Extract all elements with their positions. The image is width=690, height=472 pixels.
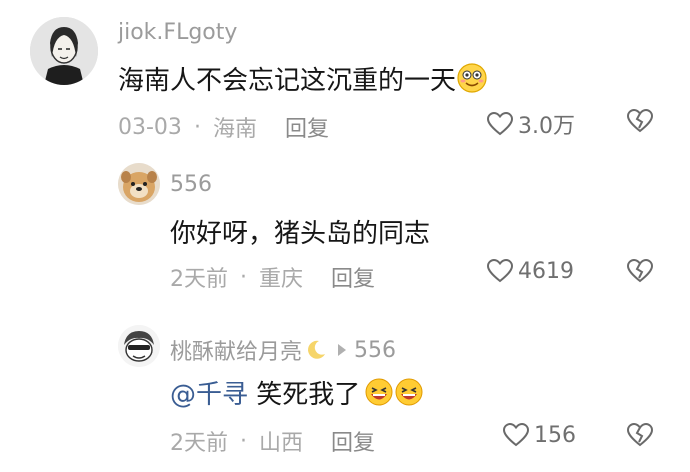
dislike-button[interactable] xyxy=(626,258,654,288)
comment-location: 海南 xyxy=(212,117,257,142)
comment-date: 2天前 xyxy=(170,431,228,456)
broken-heart-icon xyxy=(626,108,654,133)
like-button[interactable]: 4619 xyxy=(486,258,574,284)
like-count: 3.0万 xyxy=(518,114,575,139)
reply-button[interactable]: 回复 xyxy=(331,425,375,457)
comment-username[interactable]: 556 xyxy=(170,172,212,197)
avatar[interactable] xyxy=(30,17,98,85)
comment-text: 海南人不会忘记这沉重的一天 xyxy=(118,60,488,101)
comment-text-body: 笑死我了 xyxy=(248,380,361,410)
meta-separator: · xyxy=(193,114,201,140)
comment-username[interactable]: jiok.FLgoty xyxy=(118,20,237,45)
dislike-button[interactable] xyxy=(626,108,654,138)
comment-text: @千寻 笑死我了 xyxy=(170,374,424,414)
meta-separator: · xyxy=(240,428,247,454)
broken-heart-icon xyxy=(626,422,654,447)
like-button[interactable]: 156 xyxy=(502,422,576,448)
like-button[interactable]: 3.0万 xyxy=(486,108,575,140)
reply-button[interactable]: 回复 xyxy=(285,111,329,143)
smiling-face-emoji-icon xyxy=(456,62,488,101)
comment-meta: 03-03 · 海南 回复 xyxy=(118,111,329,143)
like-count: 4619 xyxy=(518,258,574,284)
laughing-face-emoji-icon xyxy=(364,377,394,414)
comment-username: 桃酥献给月亮 556 xyxy=(170,334,396,366)
meta-separator: · xyxy=(240,264,247,290)
comment-meta: 2天前 · 山西 回复 xyxy=(170,425,375,457)
comment-location: 山西 xyxy=(259,431,304,456)
comment-item: jiok.FLgoty 海南人不会忘记这沉重的一天 03-03 · 海南 回复 … xyxy=(0,0,690,150)
reply-author[interactable]: 桃酥献给月亮 xyxy=(170,334,302,366)
portrait-avatar-icon xyxy=(30,17,98,85)
reply-button[interactable]: 回复 xyxy=(331,261,375,293)
mention-link[interactable]: @千寻 xyxy=(170,380,248,410)
comment-date: 2天前 xyxy=(170,267,228,292)
reply-target[interactable]: 556 xyxy=(354,338,396,363)
dislike-button[interactable] xyxy=(626,422,654,452)
cartoon-avatar-icon xyxy=(118,325,160,367)
avatar[interactable] xyxy=(118,163,160,205)
heart-icon xyxy=(486,111,514,136)
dog-avatar-icon xyxy=(118,163,160,205)
reply-item: 桃酥献给月亮 556 @千寻 笑死我了 2天前 · 山西 回复 156 xyxy=(0,310,690,472)
crescent-moon-icon xyxy=(308,340,326,359)
reply-arrow-icon xyxy=(338,344,347,356)
like-count: 156 xyxy=(534,422,576,448)
laughing-face-emoji-icon xyxy=(394,377,424,414)
avatar[interactable] xyxy=(118,325,160,367)
comment-date: 03-03 xyxy=(118,114,182,140)
heart-icon xyxy=(486,258,514,283)
reply-item: 556 你好呀，猪头岛的同志 2天前 · 重庆 回复 4619 xyxy=(0,150,690,310)
comment-text-body: 海南人不会忘记这沉重的一天 xyxy=(118,66,457,96)
comment-text: 你好呀，猪头岛的同志 xyxy=(170,219,431,249)
comment-location: 重庆 xyxy=(259,267,304,292)
heart-icon xyxy=(502,422,530,447)
broken-heart-icon xyxy=(626,258,654,283)
comment-meta: 2天前 · 重庆 回复 xyxy=(170,261,375,293)
